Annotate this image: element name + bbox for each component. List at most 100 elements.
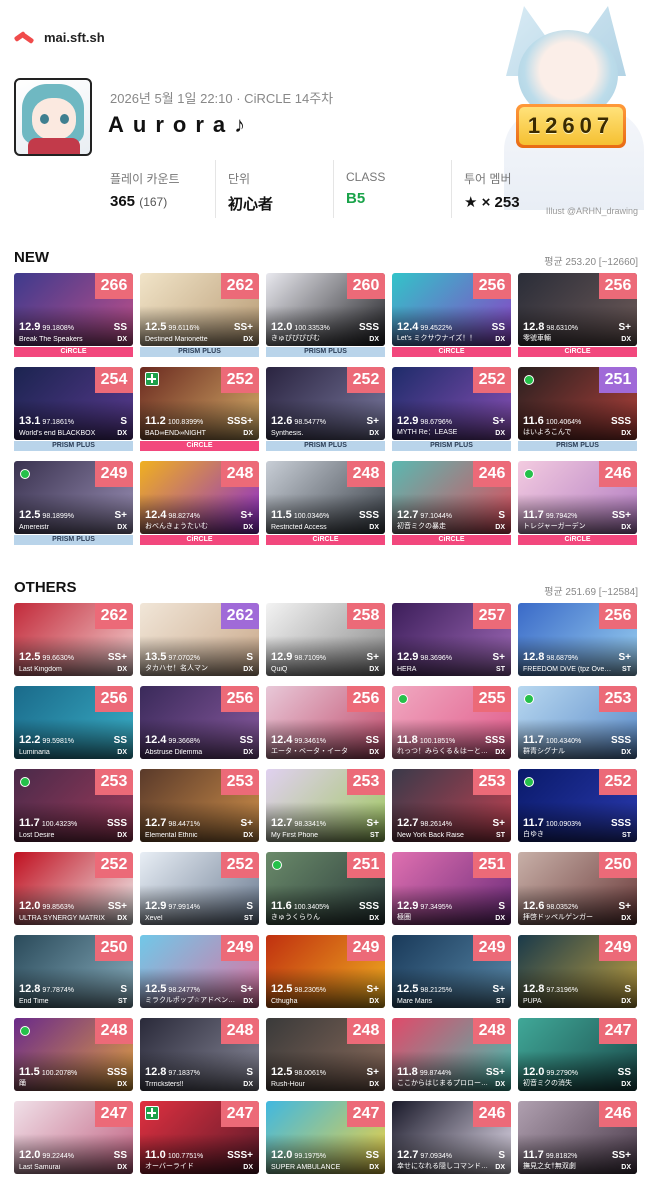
song-card[interactable]: 257 12.9 98.3696% S+ HERA ST: [392, 603, 511, 676]
level: 11.7 99.7942%: [523, 509, 577, 521]
song-card[interactable]: 262 12.5 99.6630% SS+ Last Kingdom DX: [14, 603, 133, 676]
song-card-slot: 253 12.7 98.2614% S+ New York Back Raise ST: [392, 769, 511, 842]
brand[interactable]: mai.sft.sh: [14, 30, 105, 45]
song-card[interactable]: 252 12.9 98.6796% S+ MYTH Re：LEASE DX: [392, 367, 511, 440]
song-card[interactable]: 246 11.7 99.7942% SS+ トレジャーガーデン DX: [518, 461, 637, 534]
rating-badge: 256: [599, 603, 637, 629]
song-card[interactable]: 252 12.0 99.8563% SS+ ULTRA SYNERGY MATRIX DX: [14, 852, 133, 925]
song-card[interactable]: 251 12.9 97.3495% S 極圏 DX: [392, 852, 511, 925]
song-card[interactable]: 249 12.5 98.2477% S+ ミラクルポップ☆アドベン… DX: [140, 935, 259, 1008]
song-card[interactable]: 249 12.8 97.3196% S PUPA DX: [518, 935, 637, 1008]
song-card-slot: 252 12.9 97.9914% S Xevel ST: [140, 852, 259, 925]
song-card[interactable]: 253 12.7 98.3341% S+ My First Phone ST: [266, 769, 385, 842]
song-card-slot: 256 12.8 98.6310% S+ 零號車輛 DX CiRCLE: [518, 273, 637, 357]
rank: SSS: [358, 322, 379, 333]
song-card[interactable]: 256 12.4 99.3461% SS エータ・ベータ・イータ DX: [266, 686, 385, 759]
song-card[interactable]: 249 12.5 98.2305% S+ Cthugha DX: [266, 935, 385, 1008]
rating-badge: 252: [599, 769, 637, 795]
song-card[interactable]: 253 12.7 98.4471% S+ Elemental Ethnic DX: [140, 769, 259, 842]
song-card[interactable]: 249 12.5 98.2125% S+ Mare Maris ST: [392, 935, 511, 1008]
song-card[interactable]: 258 12.9 98.7109% S+ QuiQ DX: [266, 603, 385, 676]
stat-label: 투어 멤버: [464, 172, 512, 186]
song-card[interactable]: 256 12.4 99.4522% SS Let's ミクサウナイズ！！ DX: [392, 273, 511, 346]
rank: SS: [113, 735, 127, 746]
song-card[interactable]: 262 13.5 97.0702% S タカハセ！名人マン DX: [140, 603, 259, 676]
rating-badge: 250: [599, 852, 637, 878]
song-card-slot: 247 11.0 100.7751% SSS+ オーバーライド DX: [140, 1101, 259, 1174]
level: 12.7 98.4471%: [145, 817, 200, 829]
song-card[interactable]: 253 11.7 100.4323% SSS Lost Desire DX: [14, 769, 133, 842]
song-card[interactable]: 250 12.6 98.0352% S+ 拝啓ドッペルゲンガー DX: [518, 852, 637, 925]
rating-badge: 252: [473, 367, 511, 393]
song-card[interactable]: 248 11.5 100.2078% SSS 踊 DX: [14, 1018, 133, 1091]
stat-value: B5: [346, 190, 366, 207]
song-card[interactable]: 266 12.9 99.1808% SS Break The Speakers DX: [14, 273, 133, 346]
chart-type: DX: [243, 524, 253, 531]
song-card[interactable]: 248 12.4 98.8274% S+ おべんきょうたいむ DX: [140, 461, 259, 534]
player-name: Aurora♪: [108, 112, 255, 137]
level: 11.5 100.2078%: [19, 1066, 77, 1078]
rating-badge: 251: [599, 367, 637, 393]
rank: S+: [240, 984, 253, 995]
song-title: 幸せになれる隠しコマンド…: [397, 1163, 488, 1170]
rank: S+: [618, 901, 631, 912]
song-card[interactable]: 248 12.8 97.1837% S Trrricksters!! DX: [140, 1018, 259, 1091]
level-value: 12.5: [19, 509, 41, 521]
song-card[interactable]: 252 11.7 100.0903% SSS 白ゆき ST: [518, 769, 637, 842]
level: 11.7 100.4340%: [523, 734, 581, 746]
song-card[interactable]: 253 12.7 98.2614% S+ New York Back Raise ST: [392, 769, 511, 842]
song-card[interactable]: 252 11.2 100.8399% SSS+ BAD∞END∞NIGHT DX: [140, 367, 259, 440]
song-card[interactable]: 246 12.7 97.0934% S 幸せになれる隠しコマンド… DX: [392, 1101, 511, 1174]
version-tag: CiRCLE: [518, 535, 637, 545]
song-card[interactable]: 256 12.8 98.6879% S+ FREEDOM DiVE (tpz Ove… S…: [518, 603, 637, 676]
song-card-slot: 253 11.7 100.4323% SSS Lost Desire DX: [14, 769, 133, 842]
song-card[interactable]: 260 12.0 100.3353% SSS きゅぴぴぴぴむ DX: [266, 273, 385, 346]
song-card-slot: 256 12.8 98.6879% S+ FREEDOM DiVE (tpz Ove… S…: [518, 603, 637, 676]
song-card[interactable]: 248 11.5 100.0346% SSS Restricted Access DX: [266, 461, 385, 534]
version-tag: CiRCLE: [140, 535, 259, 545]
rank: SS: [491, 322, 505, 333]
song-card[interactable]: 247 12.0 99.1975% SS SUPER AMBULANCE DX: [266, 1101, 385, 1174]
song-card[interactable]: 247 12.0 99.2790% SS 初音ミクの消失 DX: [518, 1018, 637, 1091]
chart-type: DX: [369, 666, 379, 673]
song-card[interactable]: 247 11.0 100.7751% SSS+ オーバーライド DX: [140, 1101, 259, 1174]
song-card[interactable]: 247 12.0 99.2244% SS Last Samurai DX: [14, 1101, 133, 1174]
song-card[interactable]: 256 12.8 98.6310% S+ 零號車輛 DX: [518, 273, 637, 346]
song-card[interactable]: 253 11.7 100.4340% SSS 群青シグナル DX: [518, 686, 637, 759]
level-value: 11.2: [145, 415, 166, 427]
song-card[interactable]: 246 12.7 97.1044% S 初音ミクの暴走 DX: [392, 461, 511, 534]
rank: S+: [366, 652, 379, 663]
song-title: SUPER AMBULANCE: [271, 1164, 341, 1171]
level: 12.9 97.3495%: [397, 900, 452, 912]
level-value: 12.0: [271, 321, 293, 333]
song-card[interactable]: 256 12.4 99.3668% SS Abstruse Dilemma DX: [140, 686, 259, 759]
level: 11.7 100.4323%: [19, 817, 77, 829]
song-card-slot: 256 12.2 99.5981% SS Luminaria DX: [14, 686, 133, 759]
rating-badge: 249: [95, 461, 133, 487]
song-card[interactable]: 249 12.5 98.1899% S+ Amereistr DX: [14, 461, 133, 534]
song-card[interactable]: 252 12.9 97.9914% S Xevel ST: [140, 852, 259, 925]
chart-type: DX: [621, 336, 631, 343]
song-card[interactable]: 251 11.6 100.3405% SSS きゅうくらりん DX: [266, 852, 385, 925]
rating-badge: 249: [347, 935, 385, 961]
full-combo-icon: [20, 469, 30, 479]
song-card[interactable]: 246 11.7 99.8182% SS+ 撫見之女†無双劇 DX: [518, 1101, 637, 1174]
song-title: End Time: [19, 998, 49, 1005]
song-card[interactable]: 255 11.8 100.1851% SSS れっつ！みらくる＆はーと… DX: [392, 686, 511, 759]
song-card-slot: 256 12.4 99.3668% SS Abstruse Dilemma DX: [140, 686, 259, 759]
accuracy: 97.1044%: [420, 513, 452, 520]
song-card[interactable]: 251 11.6 100.4064% SSS はいよろこんで DX: [518, 367, 637, 440]
song-title: オーバーライド: [145, 1163, 194, 1170]
level: 12.9 97.9914%: [145, 900, 200, 912]
version-tag: PRISM PLUS: [14, 441, 133, 451]
accuracy: 98.3696%: [420, 655, 452, 662]
song-card[interactable]: 248 12.5 98.0061% S+ Rush-Hour DX: [266, 1018, 385, 1091]
song-card[interactable]: 250 12.8 97.7874% S End Time ST: [14, 935, 133, 1008]
song-card[interactable]: 262 12.5 99.6116% SS+ Destined Marionette DX: [140, 273, 259, 346]
song-card[interactable]: 254 13.1 97.1861% S World's end BLACKBOX DX: [14, 367, 133, 440]
rank: S+: [492, 984, 505, 995]
song-card[interactable]: 248 11.8 99.8744% SS+ ここからはじまるプロロー… DX: [392, 1018, 511, 1091]
song-card[interactable]: 256 12.2 99.5981% SS Luminaria DX: [14, 686, 133, 759]
song-card[interactable]: 252 12.6 98.5477% S+ Synthesis. DX: [266, 367, 385, 440]
chart-type: DX: [621, 998, 631, 1005]
